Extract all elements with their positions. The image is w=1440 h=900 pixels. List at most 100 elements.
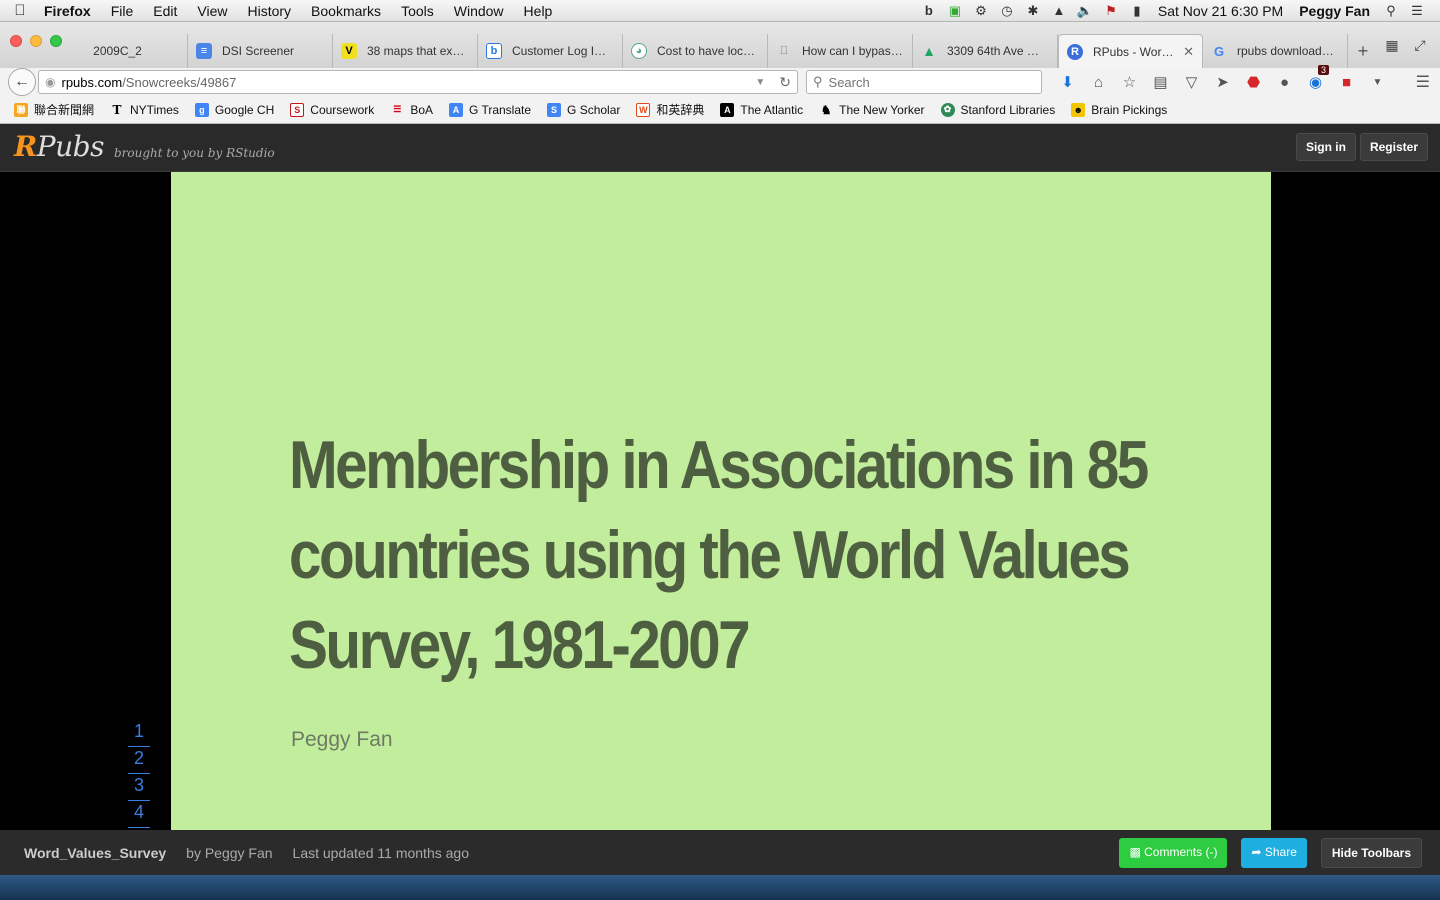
apple-menu-icon[interactable]:  xyxy=(0,2,40,19)
search-bar[interactable]: ⚲ xyxy=(806,70,1042,94)
bookmark-stanford-libraries[interactable]: ✿ Stanford Libraries xyxy=(940,102,1055,117)
flag-us-icon[interactable]: ⚑ xyxy=(1098,3,1124,19)
navigation-toolbar: ← ◉ rpubs.com/Snowcreeks/49867 ▼ ↻ ⚲ ⬇ ⌂… xyxy=(0,65,1440,96)
bookmark-star-icon[interactable]: ☆ xyxy=(1114,73,1145,91)
comments-label: Comments (-) xyxy=(1144,844,1218,859)
search-input[interactable] xyxy=(828,74,1029,90)
evernote-icon[interactable]: ▣ xyxy=(942,3,968,19)
comments-button[interactable]: ▩ Comments (-) xyxy=(1119,837,1228,868)
bookmark-brain-pickings[interactable]: ☻ Brain Pickings xyxy=(1071,102,1167,117)
bookmark-label: Coursework xyxy=(310,102,375,117)
tab-label: rpubs download… xyxy=(1237,44,1334,58)
tab-label: 38 maps that ex… xyxy=(367,44,465,58)
window-zoom-button[interactable] xyxy=(50,35,62,47)
reading-list-icon[interactable]: ▤ xyxy=(1145,73,1176,91)
pocket-icon[interactable]: ▽ xyxy=(1176,73,1207,91)
rpubs-logo[interactable]: RPubs xyxy=(14,130,104,163)
share-button[interactable]: ➦ Share xyxy=(1241,837,1307,868)
menu-tools[interactable]: Tools xyxy=(391,3,444,19)
share-label: Share xyxy=(1264,844,1297,859)
bookmark-coursework[interactable]: S Coursework xyxy=(290,102,375,117)
bookmark-the-atlantic[interactable]: A The Atlantic xyxy=(720,102,803,117)
bookmark-udn[interactable]: 聯聯合新聞網 xyxy=(14,101,94,118)
menu-window[interactable]: Window xyxy=(444,3,514,19)
downloads-icon[interactable]: ⬇ xyxy=(1052,73,1083,91)
browser-tabbar: 2009C_2 ≡ DSI Screener V 38 maps that ex… xyxy=(0,22,1440,68)
window-close-button[interactable] xyxy=(10,35,22,47)
fullscreen-icon[interactable]: ⤢ xyxy=(1406,37,1434,54)
menu-app-firefox[interactable]: Firefox xyxy=(40,3,101,19)
bookmark-wa-ei[interactable]: W 和英辞典 xyxy=(636,101,704,118)
screenshot-icon[interactable]: ■ xyxy=(1331,74,1362,91)
bookmark-label: 和英辞典 xyxy=(656,103,705,117)
bookmark-g-translate[interactable]: A G Translate xyxy=(449,102,531,117)
chevron-down-icon[interactable]: ▼ xyxy=(1362,77,1393,88)
tab-bypass[interactable]:  How can I bypas… xyxy=(768,34,913,68)
tab-38-maps[interactable]: V 38 maps that ex… xyxy=(333,34,478,68)
tab-dsi-screener[interactable]: ≡ DSI Screener xyxy=(188,34,333,68)
url-history-dropdown-icon[interactable]: ▼ xyxy=(755,77,765,88)
close-icon[interactable]: ✕ xyxy=(1179,44,1194,60)
menu-bookmarks[interactable]: Bookmarks xyxy=(301,3,391,19)
url-bar[interactable]: ◉ rpubs.com/Snowcreeks/49867 ▼ ↻ xyxy=(38,70,798,94)
bookmark-g-scholar[interactable]: S G Scholar xyxy=(547,102,620,117)
bookmark-nytimes[interactable]: T NYTimes xyxy=(110,103,179,117)
tabbar-right: ▦ ⤢ xyxy=(1378,22,1440,68)
time-machine-icon[interactable]: ◷ xyxy=(994,3,1020,19)
hamburger-menu-icon[interactable]: ☰ xyxy=(1416,72,1430,92)
slide-nav-2[interactable]: 2 xyxy=(128,747,150,774)
bookmark-icon: g xyxy=(194,102,209,117)
bookmark-boa[interactable]: ☰ BoA xyxy=(390,103,433,117)
menubar-user[interactable]: Peggy Fan xyxy=(1291,3,1378,19)
home-icon[interactable]: ⌂ xyxy=(1083,74,1114,91)
bluetooth-icon[interactable]: ✱ xyxy=(1020,3,1046,19)
site-identity-icon[interactable]: ◉ xyxy=(45,75,55,89)
wifi-icon[interactable]: ▲ xyxy=(1046,3,1072,18)
bookmark-new-yorker[interactable]: ♞ The New Yorker xyxy=(819,103,925,117)
gauge-icon: ◕ xyxy=(631,43,647,59)
menu-help[interactable]: Help xyxy=(514,3,563,19)
sign-in-button[interactable]: Sign in xyxy=(1295,133,1356,161)
back-button[interactable]: ← xyxy=(8,68,36,96)
tab-customer-log[interactable]: b Customer Log I… xyxy=(478,34,623,68)
bookmark-icon: A xyxy=(449,102,463,117)
spotlight-search-icon[interactable]: ⚲ xyxy=(1378,3,1404,19)
menu-file[interactable]: File xyxy=(101,3,144,19)
send-icon[interactable]: ➤ xyxy=(1207,73,1238,91)
chat-icon[interactable]: ● xyxy=(1269,74,1300,91)
tab-2009c[interactable]: 2009C_2 xyxy=(48,34,188,68)
register-button[interactable]: Register xyxy=(1359,133,1428,161)
slide-nav-4[interactable]: 4 xyxy=(128,801,150,828)
tab-64th-ave[interactable]: ▲ 3309 64th Ave … xyxy=(913,34,1058,68)
bookmark-label: 聯合新聞網 xyxy=(34,103,95,117)
extension-icon[interactable]: ◉ 3 xyxy=(1300,65,1331,91)
tab-rpubs[interactable]: R RPubs - Wor… ✕ xyxy=(1058,34,1203,68)
new-tab-button[interactable]: + xyxy=(1348,34,1378,68)
bookmark-label: Google CH xyxy=(214,102,275,117)
menu-history[interactable]: History xyxy=(237,3,301,19)
notification-center-icon[interactable]: ☰ xyxy=(1404,3,1430,19)
slide-nav-1[interactable]: 1 xyxy=(128,720,150,747)
menu-view[interactable]: View xyxy=(187,3,237,19)
tab-label: Customer Log I… xyxy=(512,44,607,58)
sync-error-icon[interactable]: ⚙ xyxy=(968,3,994,19)
menu-edit[interactable]: Edit xyxy=(143,3,187,19)
slide-author: Peggy Fan xyxy=(291,728,393,751)
vox-icon: V xyxy=(341,43,357,59)
tab-groups-icon[interactable]: ▦ xyxy=(1378,37,1406,54)
bookmark-google-ch[interactable]: g Google CH xyxy=(194,102,275,117)
volume-icon[interactable]: 🔈 xyxy=(1072,3,1098,19)
rpubs-tagline: brought to you by RStudio xyxy=(114,146,275,160)
adblock-plus-icon[interactable]: ⬣ xyxy=(1238,73,1269,91)
tab-rpubs-download[interactable]: G rpubs download… xyxy=(1203,34,1348,68)
menubar-clock[interactable]: Sat Nov 21 6:30 PM xyxy=(1150,3,1291,19)
tab-cost[interactable]: ◕ Cost to have loc… xyxy=(623,34,768,68)
reload-icon[interactable]: ↻ xyxy=(779,74,791,91)
hide-toolbars-button[interactable]: Hide Toolbars xyxy=(1320,837,1422,868)
slide-title: Membership in Associations in 85 countri… xyxy=(289,427,1149,683)
window-minimize-button[interactable] xyxy=(30,35,42,47)
bookmark-icon: S xyxy=(547,102,562,117)
bing-icon[interactable]: b xyxy=(916,3,942,18)
slide-nav-3[interactable]: 3 xyxy=(128,774,150,801)
battery-icon[interactable]: ▮ xyxy=(1124,3,1150,19)
